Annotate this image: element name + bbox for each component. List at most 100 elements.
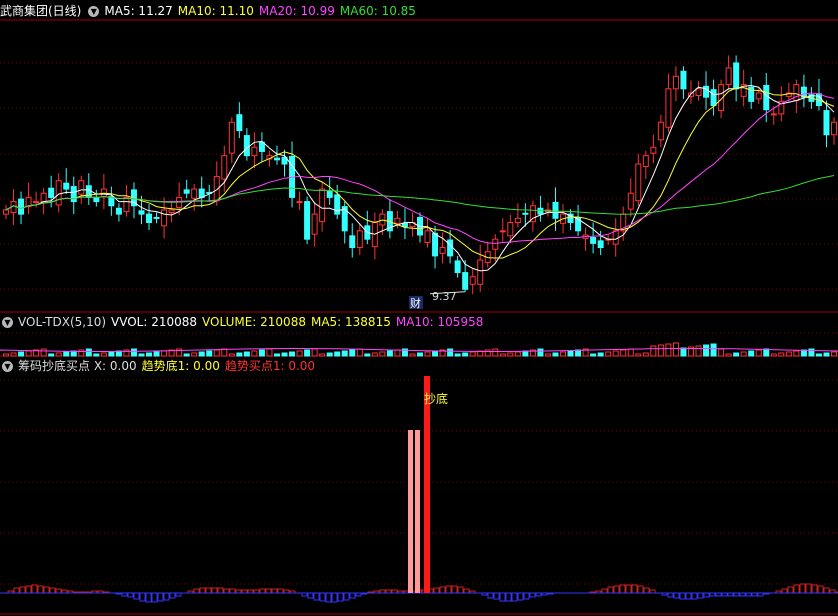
candle-body	[635, 163, 642, 202]
volume-bar	[657, 344, 664, 357]
candle-body	[349, 235, 356, 249]
indicator-bar-positive	[781, 588, 788, 594]
volume-bar	[778, 352, 785, 357]
indicator-bar-positive	[25, 585, 32, 594]
volume-bar	[40, 348, 47, 357]
volume-bar	[831, 351, 837, 357]
stock-title[interactable]: 武商集团(日线)	[0, 4, 81, 18]
volume-bar	[183, 353, 190, 357]
signal-bar-pink	[408, 430, 413, 593]
indicator-bar-positive	[613, 585, 620, 594]
volume-bar	[560, 351, 567, 357]
indicator-bar-positive	[643, 587, 650, 594]
chevron-down-icon[interactable]: ▼	[2, 361, 13, 372]
indicator-bar-positive	[445, 585, 452, 594]
indicator-bar-positive	[277, 588, 284, 594]
candle-body	[33, 201, 40, 204]
volume-bar	[725, 353, 732, 357]
indicator-bar-positive	[265, 588, 272, 594]
candle-body	[228, 121, 235, 154]
indicator-bar-positive	[811, 584, 818, 594]
volume-bar	[273, 353, 280, 357]
volume-bar	[703, 344, 710, 357]
indicator-bar-negative	[163, 592, 170, 601]
volume-bar	[590, 353, 597, 357]
volume-bar	[130, 348, 137, 357]
indicator-bar-positive	[193, 588, 200, 594]
indicator-label-0: 筹码抄底买点 X: 0.00	[18, 359, 137, 373]
price-panel-header: 武商集团(日线) ▼ MA5: 11.27 MA10: 11.10 MA20: 10.9…	[0, 2, 426, 20]
indicator-bar-positive	[211, 587, 218, 594]
indicator-bar-negative	[673, 592, 680, 599]
indicator-bar-positive	[619, 584, 626, 594]
candle-body	[394, 217, 401, 224]
volume-bar	[258, 349, 265, 357]
event-marker[interactable]: 财	[410, 296, 421, 310]
volume-bar	[341, 350, 348, 357]
indicator-bar-positive	[43, 586, 50, 594]
indicator-bar-positive	[457, 586, 464, 594]
signal-bar-red	[424, 376, 430, 593]
candle-body	[296, 201, 303, 204]
indicator-bar-positive	[223, 588, 230, 594]
candle-body	[161, 209, 168, 227]
indicator-bar-negative	[523, 592, 530, 600]
indicator-bar-positive	[433, 587, 440, 594]
volume-bar	[85, 348, 92, 357]
volume-bar	[281, 352, 288, 357]
volume-bar	[785, 351, 792, 357]
candle-body	[469, 276, 476, 285]
indicator-bar-negative	[499, 592, 506, 602]
volume-bar	[793, 350, 800, 357]
volume-bar	[462, 352, 469, 357]
indicator-bar-negative	[151, 592, 158, 603]
candle-body	[319, 188, 326, 223]
indicator-label-1: 趋势底1: 0.00	[141, 359, 220, 373]
volume-bar	[718, 348, 725, 357]
candle-body	[424, 230, 431, 244]
indicator-bar-negative	[133, 592, 140, 600]
candle-body	[462, 272, 469, 290]
indicator-bar-negative	[505, 592, 512, 602]
volume-bar	[605, 351, 612, 357]
indicator-bar-negative	[343, 592, 350, 601]
indicator-bar-positive	[55, 588, 62, 594]
indicator-bar-negative	[487, 592, 494, 599]
indicator-label-2: 趋势买点1: 0.00	[224, 359, 316, 373]
volume-bar	[499, 353, 506, 357]
candle-body	[665, 88, 672, 128]
volume-bar	[627, 348, 634, 357]
candle-body	[236, 114, 243, 132]
indicator-bar-negative	[697, 592, 704, 599]
candle-body	[590, 237, 597, 244]
indicator-bar-positive	[451, 585, 458, 594]
indicator-bar-positive	[19, 586, 26, 594]
volume-bar	[672, 342, 679, 357]
volume-label-4: MA10: 105958	[395, 315, 484, 329]
volume-bar	[25, 350, 32, 357]
volume-bar	[823, 352, 830, 357]
indicator-bar-positive	[817, 585, 824, 594]
indicator-bar-positive	[37, 585, 44, 594]
indicator-bar-negative	[511, 592, 518, 602]
volume-bar	[635, 353, 642, 357]
chevron-down-icon[interactable]: ▼	[2, 317, 13, 328]
candle-body	[304, 201, 311, 240]
indicator-bar-positive	[199, 587, 206, 594]
volume-bar	[469, 351, 476, 357]
volume-bar	[417, 352, 423, 357]
volume-bar	[108, 351, 115, 357]
candle-body	[612, 230, 619, 245]
candle-body	[642, 155, 649, 168]
indicator-bar-negative	[349, 592, 356, 599]
indicator-bar-positive	[439, 586, 446, 594]
volume-bar	[740, 351, 747, 357]
indicator-bar-positive	[271, 588, 278, 594]
volume-bar	[733, 352, 740, 357]
candle-body	[168, 209, 175, 213]
candle-body	[439, 247, 446, 254]
candle-body	[115, 207, 122, 215]
chevron-down-icon[interactable]: ▼	[88, 6, 100, 17]
indicator-bar-positive	[823, 587, 830, 594]
candle-body	[78, 180, 85, 195]
